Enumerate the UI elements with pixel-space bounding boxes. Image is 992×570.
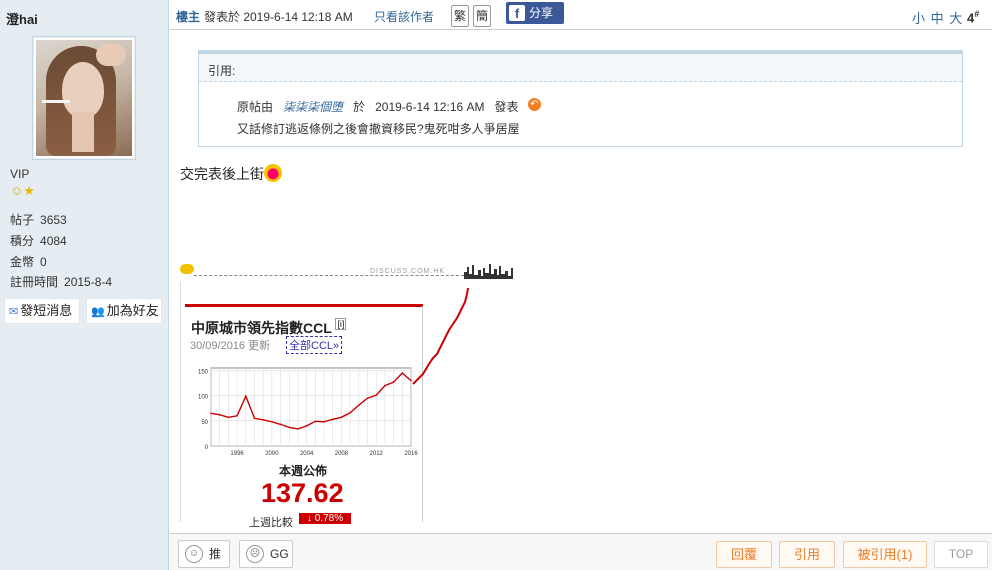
speech-bubble-icon <box>180 264 194 274</box>
post-text: 交完表後上街 <box>180 166 264 182</box>
quote-header: 引用: <box>199 54 962 82</box>
watermark-text: DISCUSS.COM.HK <box>370 268 446 275</box>
send-message-button[interactable]: ✉ 發短消息 <box>4 298 80 324</box>
back-to-top-button[interactable]: TOP <box>934 541 988 568</box>
quote-box: 引用: 原帖由 柒柒柒個堕 於 2019-6-14 12:16 AM 發表 ↶ … <box>198 50 963 147</box>
quote-meta: 原帖由 柒柒柒個堕 於 2019-6-14 12:16 AM 發表 ↶ <box>237 98 541 115</box>
facebook-icon: f <box>509 5 525 21</box>
star-icon: ★ <box>23 183 35 198</box>
change-badge: ↓ 0.78% <box>299 513 352 524</box>
chart-ytick-label: 100 <box>198 395 209 401</box>
chart-xtick-label: 2012 <box>370 451 384 457</box>
reply-button[interactable]: 回覆 <box>716 541 772 568</box>
stat-register-date: 註冊時間 2015-8-4 <box>10 275 113 289</box>
ccl-signature-card[interactable]: 中原城市領先指數CCL [i] 30/09/2016 更新 全部CCL» 0 50… <box>180 282 484 529</box>
quoted-author[interactable]: 柒柒柒個堕 <box>283 100 343 114</box>
smile-face-icon: ☺ <box>185 545 203 563</box>
pig-emoji-icon <box>264 164 282 182</box>
ccl-data-point <box>358 404 360 407</box>
font-size-switch[interactable]: 小 中 大 <box>912 8 963 27</box>
signature-divider: DISCUSS.COM.HK <box>180 262 540 280</box>
ccl-value: 137.62 <box>261 478 344 508</box>
last-week-label: 上週比較 <box>249 517 293 529</box>
ccl-data-point <box>366 397 369 399</box>
facebook-share-button[interactable]: f 分享 <box>506 2 564 24</box>
ccl-data-point <box>218 414 221 416</box>
all-ccl-link[interactable]: 全部CCL» <box>286 336 343 354</box>
ccl-data-point <box>271 421 273 423</box>
ccl-data-point <box>314 420 317 423</box>
chart-xtick-label: 1996 <box>230 451 244 457</box>
chart-ytick-label: 150 <box>198 370 209 376</box>
ccl-data-point <box>279 423 282 426</box>
ccl-data-point <box>244 395 247 397</box>
skyline-icon <box>464 264 513 279</box>
gg-button[interactable]: ☹ GG <box>239 540 293 568</box>
smile-icon: ☺ <box>10 183 24 198</box>
only-author-link[interactable]: 只看該作者 <box>374 8 434 25</box>
mail-icon: ✉ <box>9 306 19 318</box>
owner-label: 樓主 <box>176 10 201 24</box>
ccl-data-point <box>305 425 308 427</box>
pig-face-icon: ☹ <box>246 545 264 563</box>
ccl-data-point <box>253 417 256 420</box>
chart-xtick-label: 2016 <box>404 451 418 457</box>
quoted-by-button[interactable]: 被引用(1) <box>843 541 927 568</box>
chart-ytick-label: 0 <box>205 445 209 451</box>
ccl-line-chart: 0 50 100 150 1996 2000 2004 2008 2012 2016 <box>198 367 418 457</box>
user-group: VIP <box>10 167 30 181</box>
post-header: 樓主 發表於 2019-6-14 12:18 AM 只看該作者 繁 簡 f 分享 … <box>170 0 992 30</box>
ccl-data-point <box>349 411 351 414</box>
floor-number[interactable]: 4# <box>967 9 979 25</box>
stat-coins: 金幣 0 <box>10 255 47 269</box>
avatar-image <box>36 40 132 156</box>
post-body: 交完表後上街 <box>180 164 282 184</box>
simplified-button[interactable]: 簡 <box>473 5 491 27</box>
author-sidebar: 澄hai VIP ☺★ 帖子 3653 積分 4084 金幣 0 註冊時間 2015-8… <box>0 0 169 570</box>
add-user-icon: 👥 <box>91 306 105 318</box>
avatar[interactable] <box>32 36 136 160</box>
card-title: 中原城市領先指數CCL [i] <box>191 318 347 336</box>
card-updated: 30/09/2016 更新 <box>190 340 271 352</box>
post-actions: ☺ 推 ☹ GG 回覆 引用 被引用(1) TOP <box>170 533 992 570</box>
rising-trend-line <box>412 288 469 385</box>
ccl-data-point <box>375 394 378 396</box>
ccl-data-point <box>340 416 343 419</box>
ccl-data-point <box>392 381 395 383</box>
chart-xtick-label: 2000 <box>265 451 279 457</box>
ccl-data-point <box>401 372 404 374</box>
traditional-button[interactable]: 繁 <box>451 5 469 27</box>
post-time: 發表於 2019-6-14 12:18 AM <box>204 10 353 24</box>
quote-button[interactable]: 引用 <box>779 541 835 568</box>
ccl-data-point <box>297 428 299 430</box>
quoted-text: 又話修訂逃返條例之後會撤資移民?鬼死咁多人爭居屋 <box>237 122 520 136</box>
chart-ytick-label: 50 <box>201 420 208 426</box>
weekly-label: 本週公佈 <box>279 464 328 478</box>
rank-icons: ☺★ <box>10 183 35 199</box>
ccl-data-point <box>288 426 291 429</box>
recommend-button[interactable]: ☺ 推 <box>178 540 230 568</box>
chart-xtick-label: 2004 <box>300 451 314 457</box>
goto-post-icon[interactable]: ↶ <box>527 98 541 111</box>
stat-points: 積分 4084 <box>10 234 67 248</box>
chart-xtick-label: 2008 <box>335 451 349 457</box>
ccl-data-point <box>262 419 264 421</box>
stat-posts: 帖子 3653 <box>10 213 67 227</box>
ccl-data-point <box>331 418 334 421</box>
ccl-data-point <box>384 384 386 387</box>
ccl-data-point <box>227 416 230 419</box>
author-username[interactable]: 澄hai <box>6 9 38 28</box>
ccl-data-point <box>323 421 325 423</box>
ccl-data-point <box>210 412 212 415</box>
add-friend-button[interactable]: 👥 加為好友 <box>86 298 162 324</box>
ccl-data-point <box>236 415 238 417</box>
